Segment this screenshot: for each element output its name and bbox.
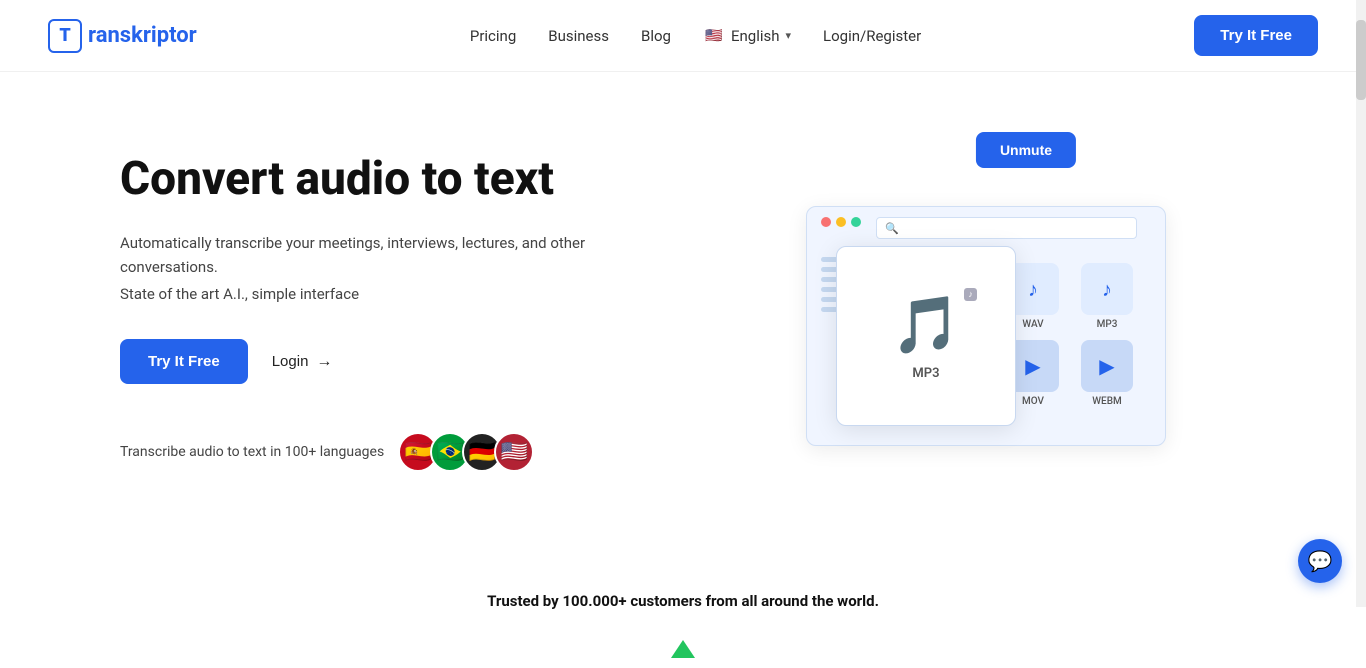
hero-buttons: Try It Free Login → [120,339,640,384]
hero-title: Convert audio to text [120,152,640,207]
search-icon: 🔍 [885,222,899,235]
hero-login-button[interactable]: Login → [272,353,333,371]
logo[interactable]: T ranskriptor [48,19,197,53]
language-label: English [731,27,780,45]
nav-pricing[interactable]: Pricing [470,27,516,45]
mp3-file-window: 🎵 ♪ MP3 [836,246,1016,426]
flags-group: 🇪🇸 🇧🇷 🇩🇪 🇺🇸 [398,432,534,472]
hero-try-free-button[interactable]: Try It Free [120,339,248,384]
dot-yellow [836,217,846,227]
chat-bubble[interactable]: 💬 [1298,539,1342,583]
mp3-grid-icon: ♪ [1081,263,1133,315]
dot-red [821,217,831,227]
flag-us: 🇺🇸 [494,432,534,472]
mp3-grid-label: MP3 [1097,319,1118,330]
chart-bar-icon [671,640,695,658]
logo-text: ranskriptor [88,23,197,48]
chat-icon: 💬 [1308,549,1333,573]
search-bar[interactable]: 🔍 [876,217,1137,239]
trusted-text: Trusted by 100.000+ customers from all a… [0,592,1366,610]
chart-hint [0,630,1366,668]
nav-language[interactable]: 🇺🇸 English ▾ [703,25,791,47]
logo-icon: T [48,19,82,53]
mockup-container: 🔍 ♪ AAC [806,186,1226,476]
navbar: T ranskriptor Pricing Business Blog 🇺🇸 E… [0,0,1366,72]
flag-icon: 🇺🇸 [703,25,725,47]
lang-row-text: Transcribe audio to text in 100+ languag… [120,444,384,460]
nav-blog[interactable]: Blog [641,27,671,45]
webm-icon: ▶ [1081,340,1133,392]
mp3-icon-wrapper: 🎵 ♪ [891,292,961,358]
nav-links: Pricing Business Blog 🇺🇸 English ▾ Login… [470,25,921,47]
mov-label: MOV [1022,396,1044,407]
music-note-icon: 🎵 [891,292,961,358]
file-mp3-grid: ♪ MP3 [1075,263,1139,330]
chevron-down-icon: ▾ [786,29,792,42]
scrollbar-thumb[interactable] [1356,20,1366,100]
nav-login-register[interactable]: Login/Register [823,27,921,45]
hero-section: Convert audio to text Automatically tran… [0,72,1366,552]
file-extension-badge: ♪ [964,288,977,301]
unmute-button[interactable]: Unmute [976,132,1076,168]
file-webm: ▶ WEBM [1075,340,1139,407]
hero-description: Automatically transcribe your meetings, … [120,231,640,279]
trusted-section: Trusted by 100.000+ customers from all a… [0,552,1366,630]
hero-right: Unmute 🔍 [806,132,1246,476]
hero-left: Convert audio to text Automatically tran… [120,132,640,472]
mp3-file-label: MP3 [912,366,939,381]
arrow-right-icon: → [316,353,332,371]
scrollbar-track[interactable] [1356,0,1366,607]
nav-try-free-button[interactable]: Try It Free [1194,15,1318,56]
wav-label: WAV [1022,319,1043,330]
webm-label: WEBM [1092,396,1122,407]
language-row: Transcribe audio to text in 100+ languag… [120,432,640,472]
dot-green [851,217,861,227]
window-dots: 🔍 [807,207,1165,249]
hero-subtext: State of the art A.I., simple interface [120,285,640,303]
nav-business[interactable]: Business [548,27,609,45]
